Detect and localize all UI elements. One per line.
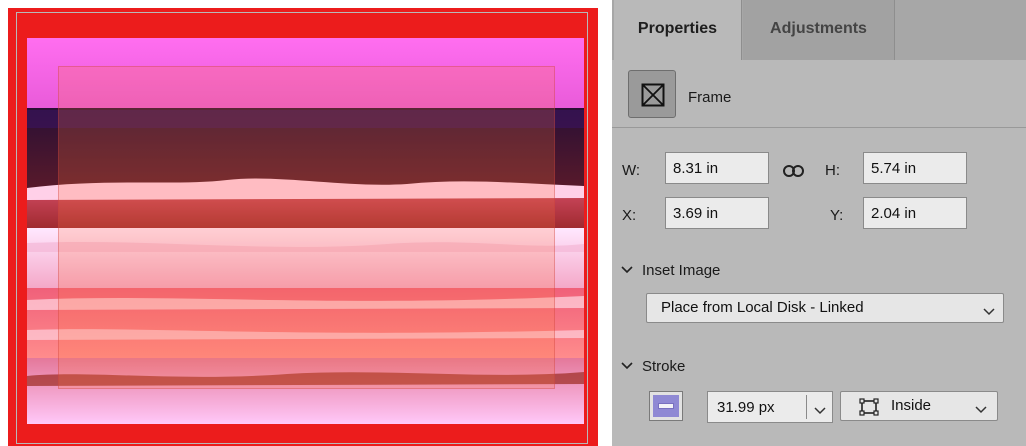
stroke-inside-icon	[859, 398, 879, 420]
tab-properties[interactable]: Properties	[614, 0, 742, 60]
stroke-position-dropdown[interactable]: Inside	[840, 391, 998, 421]
inset-image-title: Inset Image	[642, 262, 721, 279]
x-field[interactable]: 3.69 in	[665, 197, 769, 229]
inset-image-dropdown[interactable]: Place from Local Disk - Linked	[646, 293, 1004, 323]
y-field[interactable]: 2.04 in	[863, 197, 967, 229]
y-label: Y:	[830, 207, 844, 224]
link-icon[interactable]	[783, 163, 805, 183]
chevron-down-icon	[620, 358, 634, 375]
width-field[interactable]: 8.31 in	[665, 152, 769, 184]
inset-image-section-header[interactable]: Inset Image	[620, 262, 720, 279]
panel-tab-bar: Properties Adjustments	[612, 0, 1026, 60]
layer-type-row: Frame	[612, 60, 1026, 128]
properties-panel: Properties Adjustments Frame W: 8.31 in …	[612, 0, 1026, 446]
inset-image-selected: Place from Local Disk - Linked	[661, 299, 864, 316]
document-canvas[interactable]	[0, 0, 612, 446]
width-label: W:	[622, 162, 641, 179]
frame-icon[interactable]	[628, 70, 676, 118]
height-field[interactable]: 5.74 in	[863, 152, 967, 184]
chevron-down-icon	[983, 303, 995, 320]
stroke-color-inner	[658, 403, 674, 409]
stroke-section-header[interactable]: Stroke	[620, 358, 685, 375]
tab-adjustments[interactable]: Adjustments	[743, 0, 895, 60]
stroke-width-field[interactable]: 31.99 px	[707, 391, 833, 423]
chevron-down-icon	[620, 262, 634, 279]
stroke-title: Stroke	[642, 358, 686, 375]
stroke-color-fill	[653, 395, 679, 417]
x-label: X:	[622, 207, 637, 224]
stroke-position-value: Inside	[891, 397, 932, 414]
chevron-down-icon	[975, 401, 987, 418]
layer-type-label: Frame	[688, 89, 732, 106]
stroke-color-swatch[interactable]	[649, 391, 683, 421]
inset-image-area[interactable]	[58, 66, 555, 389]
stroke-width-value: 31.99 px	[717, 399, 775, 416]
stroke-width-divider	[806, 395, 807, 419]
height-label: H:	[825, 162, 840, 179]
chevron-down-icon[interactable]	[814, 402, 826, 419]
